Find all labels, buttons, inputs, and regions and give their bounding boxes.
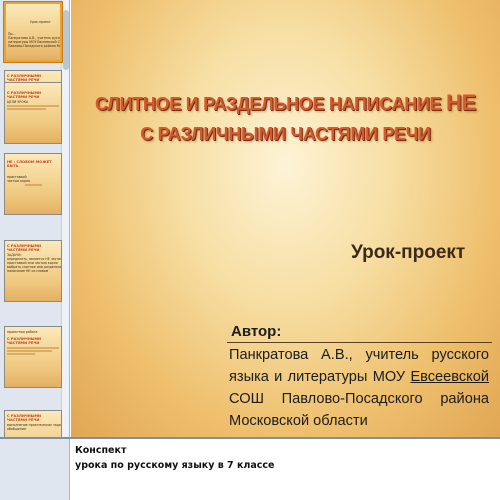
author-divider: [227, 342, 492, 343]
thumbnail-scrollbar[interactable]: [61, 0, 69, 437]
thumbnail-scroll-thumb[interactable]: [63, 10, 69, 70]
slide-thumbnail-6[interactable]: проектная работа С РАЗЛИЧНЫМИ ЧАСТЯМИ РЕ…: [4, 326, 62, 388]
thumb-title: С РАЗЛИЧНЫМИ ЧАСТЯМИ РЕЧИ: [7, 337, 42, 346]
notes-line-2: урока по русскому языку в 7 классе: [75, 460, 275, 471]
thumb-title: С РАЗЛИЧНЫМИ ЧАСТЯМИ РЕЧИ: [7, 414, 42, 423]
slides-thumbnail-panel[interactable]: Урок-проект Пр... Панкратова А.В., учите…: [0, 0, 70, 437]
notes-gutter: [0, 439, 70, 500]
thumb-line: частью корня: [7, 178, 30, 183]
notes-pane[interactable]: Конспект урока по русскому языку в 7 кла…: [0, 437, 500, 500]
thumb-line: проектная работа: [7, 330, 38, 334]
slide-thumbnail-4[interactable]: НЕ : СЛОВОМ МОЖЕТ БЫТЬ приставкой частью…: [4, 153, 62, 215]
slide-canvas[interactable]: СЛИТНОЕ И РАЗДЕЛЬНОЕ НАПИСАНИЕ НЕ С РАЗЛ…: [71, 0, 500, 437]
slide-title-line-1[interactable]: СЛИТНОЕ И РАЗДЕЛЬНОЕ НАПИСАНИЕ НЕ: [71, 90, 500, 116]
author-school: Евсеевской: [410, 369, 489, 385]
thumb-title: НЕ : СЛОВОМ МОЖЕТ БЫТЬ: [7, 160, 52, 169]
author-label[interactable]: Автор:: [231, 323, 281, 340]
slide-thumbnail-5[interactable]: С РАЗЛИЧНЫМИ ЧАСТЯМИ РЕЧИ ЗАДАЧИ: опреде…: [4, 240, 62, 302]
thumb-line: ЦЕЛИ УРОКА: [7, 99, 29, 104]
title-text: СЛИТНОЕ И РАЗДЕЛЬНОЕ НАПИСАНИЕ: [95, 94, 447, 114]
notes-line-1: Конспект: [75, 445, 127, 456]
thumb-line: Павлово-Посадского района Московской: [8, 44, 60, 48]
slide-thumbnail-7[interactable]: С РАЗЛИЧНЫМИ ЧАСТЯМИ РЕЧИ выполнение пра…: [4, 410, 62, 437]
slide-thumbnail-1[interactable]: Урок-проект Пр... Панкратова А.В., учите…: [4, 2, 62, 62]
thumb-line: приставкой: [7, 174, 27, 179]
author-text[interactable]: Панкратова А.В., учитель русского языка …: [229, 344, 489, 432]
slide-title-line-2[interactable]: С РАЗЛИЧНЫМИ ЧАСТЯМИ РЕЧИ: [71, 124, 500, 145]
thumb-line: обобщение: [7, 426, 26, 431]
slide-thumbnail-3[interactable]: С РАЗЛИЧНЫМИ ЧАСТЯМИ РЕЧИ ЦЕЛИ УРОКА: [4, 82, 62, 144]
slide-subtitle[interactable]: Урок-проект: [351, 242, 465, 264]
title-ne: НЕ: [446, 90, 476, 115]
thumb-line: Пр...: [8, 32, 16, 36]
thumb-title: С РАЗЛИЧНЫМИ ЧАСТЯМИ РЕЧИ: [7, 91, 42, 100]
author-text-part2: СОШ Павлово-Посадского района Московской…: [229, 391, 489, 429]
thumb-line: написание НЕ со словом: [7, 268, 49, 273]
thumb-title: С РАЗЛИЧНЫМИ ЧАСТЯМИ РЕЧИ: [7, 244, 42, 253]
thumb-title: Урок-проект: [30, 20, 51, 24]
